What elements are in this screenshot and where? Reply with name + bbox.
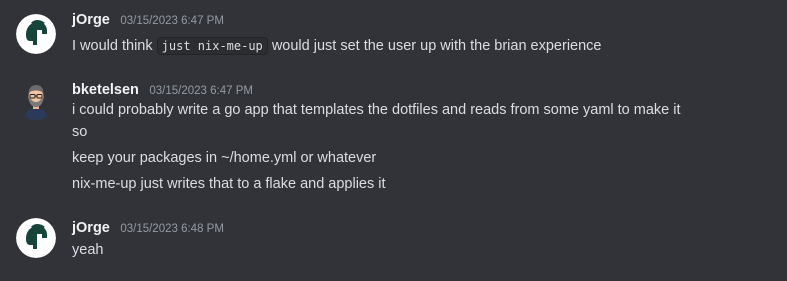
message-text: I would think: [72, 38, 157, 54]
chat-messages: jOrge 03/15/2023 6:47 PM I would think j…: [0, 0, 787, 281]
message-line: keep your packages in ~/home.yml or what…: [72, 150, 377, 166]
username[interactable]: jOrge: [72, 12, 110, 28]
spartan-helmet-icon[interactable]: [16, 14, 56, 54]
message-line: nix-me-up just writes that to a flake an…: [72, 176, 386, 192]
message-line: i could probably write a go app that tem…: [72, 102, 681, 118]
timestamp: 03/15/2023 6:47 PM: [149, 85, 253, 97]
spartan-helmet-icon[interactable]: [16, 218, 56, 258]
bearded-man-avatar-icon[interactable]: [16, 80, 56, 120]
message-line: I would think just nix-me-up would just …: [72, 35, 602, 57]
message-line: yeah: [72, 242, 104, 258]
timestamp: 03/15/2023 6:48 PM: [120, 223, 224, 235]
message-line: so: [72, 124, 88, 140]
inline-code: just nix-me-up: [156, 37, 268, 55]
timestamp: 03/15/2023 6:47 PM: [120, 15, 224, 27]
username[interactable]: bketelsen: [72, 82, 139, 98]
username[interactable]: jOrge: [72, 220, 110, 236]
message-text: would just set the user up with the bria…: [267, 38, 602, 54]
